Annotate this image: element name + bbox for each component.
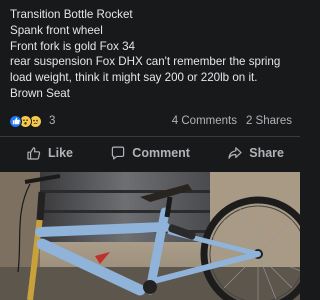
like-button[interactable]: Like: [26, 145, 73, 161]
post-line-seat: Brown Seat: [10, 86, 70, 100]
bike-photo-image: [0, 172, 300, 300]
reactions-summary[interactable]: 3 4 Comments 2 Shares: [9, 113, 292, 129]
post-actions: Like Comment Share: [0, 138, 300, 168]
post-line-suspension: rear suspension Fox DHX can't remember t…: [10, 55, 281, 85]
facebook-post: Transition Bottle Rocket Spank front whe…: [0, 0, 300, 300]
like-reaction-icon: [9, 114, 22, 128]
post-photo-bike[interactable]: [0, 172, 300, 300]
comment-icon: [112, 146, 125, 160]
post-line-fork: Front fork is gold Fox 34: [10, 39, 136, 53]
post-text: Transition Bottle Rocket Spank front whe…: [10, 7, 296, 102]
comment-label: Comment: [132, 146, 190, 160]
post-line-wheel: Spank front wheel: [10, 23, 103, 37]
engagement-counts: 4 Comments 2 Shares: [172, 115, 292, 127]
reaction-icons[interactable]: [9, 114, 42, 128]
post-line-title: Transition Bottle Rocket: [10, 8, 133, 21]
thumbs-up-icon: [27, 147, 41, 160]
share-button[interactable]: Share: [227, 145, 284, 161]
divider: [0, 136, 300, 137]
shares-count[interactable]: 2 Shares: [246, 115, 292, 127]
like-label: Like: [48, 146, 74, 160]
comments-count[interactable]: 4 Comments: [172, 115, 237, 127]
comment-button[interactable]: Comment: [110, 145, 190, 161]
share-label: Share: [249, 146, 284, 160]
reaction-count[interactable]: 3: [49, 115, 55, 127]
share-icon: [228, 147, 242, 159]
